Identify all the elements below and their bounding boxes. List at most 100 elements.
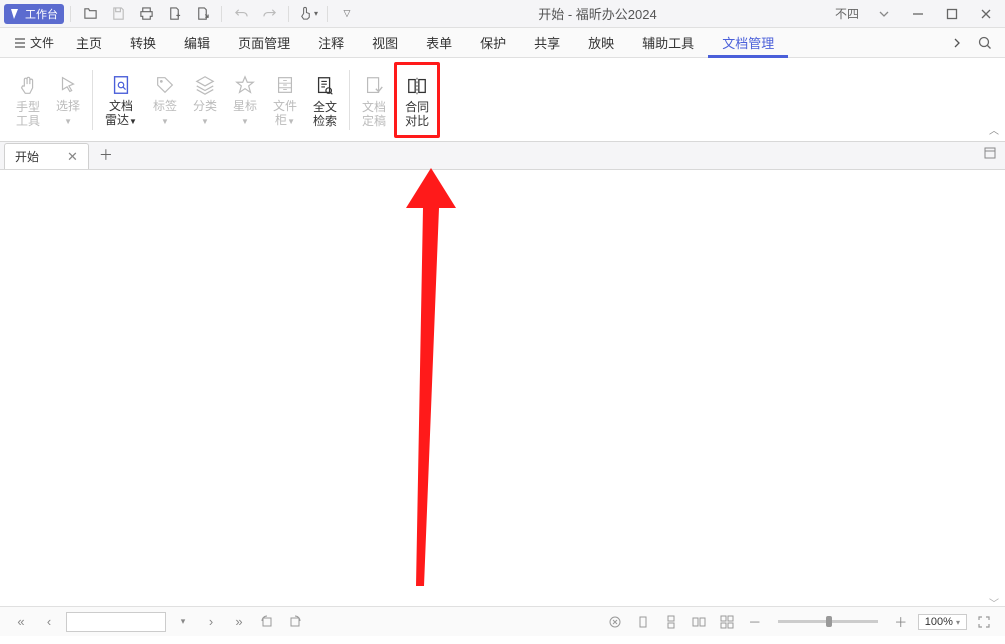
doc-radar-label: 文档 雷达▼ (105, 99, 137, 129)
first-page-icon[interactable]: « (10, 611, 32, 633)
touch-icon[interactable]: ▾ (295, 2, 321, 26)
ribbon-collapse-icon[interactable]: ︿ (989, 122, 999, 137)
menu-share[interactable]: 共享 (520, 28, 574, 57)
doc-arrow-icon[interactable] (189, 2, 215, 26)
undo-icon[interactable] (228, 2, 254, 26)
compare-label: 合同 对比 (405, 100, 429, 128)
finalize-icon (363, 72, 385, 100)
annotation-arrow-icon (404, 168, 458, 588)
tag-label: 标签▼ (153, 99, 177, 129)
continuous-page-icon[interactable] (660, 611, 682, 633)
star-label: 星标▼ (233, 99, 257, 129)
menu-convert[interactable]: 转换 (116, 28, 170, 57)
menu-form[interactable]: 表单 (412, 28, 466, 57)
menu-page[interactable]: 页面管理 (224, 28, 304, 57)
single-page-icon[interactable] (632, 611, 654, 633)
window-title: 开始 - 福昕办公2024 (360, 4, 835, 23)
redo-icon[interactable] (256, 2, 282, 26)
prev-page-icon[interactable]: ‹ (38, 611, 60, 633)
doc-plus-icon[interactable] (161, 2, 187, 26)
cabinet-button[interactable]: 文件 柜▼ (265, 62, 305, 138)
hamburger-icon (14, 37, 26, 49)
tab-options-icon[interactable] (983, 146, 997, 160)
separator (221, 6, 222, 22)
qat-dropdown-icon[interactable]: ▽ (334, 2, 360, 26)
hand-tool-label: 手型 工具 (16, 100, 40, 128)
titlebar-left: 工作台 ▾ ▽ (4, 2, 360, 26)
zoom-in-icon[interactable]: ＋ (890, 611, 912, 633)
save-icon[interactable] (105, 2, 131, 26)
hand-icon (17, 72, 39, 100)
page-dropdown-icon[interactable]: ▾ (172, 611, 194, 633)
document-tabbar: 开始 ✕ ＋ (0, 142, 1005, 170)
select-label: 选择▼ (56, 99, 80, 129)
minimize-button[interactable] (903, 2, 933, 26)
compare-button[interactable]: 合同 对比 (394, 62, 440, 138)
statusbar: « ‹ ▾ › » － ＋ 100% ▾ (0, 606, 1005, 636)
rotate-right-icon[interactable] (284, 611, 306, 633)
classify-button[interactable]: 分类▼ (185, 62, 225, 138)
cabinet-label: 文件 柜▼ (273, 99, 297, 129)
user-dropdown-icon[interactable] (869, 2, 899, 26)
print-icon[interactable] (133, 2, 159, 26)
menu-edit[interactable]: 编辑 (170, 28, 224, 57)
search-icon[interactable] (971, 30, 999, 56)
close-tab-icon[interactable]: ✕ (67, 149, 78, 165)
star-button[interactable]: 星标▼ (225, 62, 265, 138)
file-menu-label: 文件 (30, 34, 54, 51)
menubar: 文件 主页 转换 编辑 页面管理 注释 视图 表单 保护 共享 放映 辅助工具 … (0, 28, 1005, 58)
separator (92, 70, 93, 130)
ribbon: 手型 工具 选择▼ 文档 雷达▼ 标签▼ 分类▼ 星标▼ 文件 柜▼ 全文 检索… (0, 58, 1005, 142)
titlebar-right: 不四 (835, 2, 1001, 26)
menu-annotate[interactable]: 注释 (304, 28, 358, 57)
rotate-left-icon[interactable] (256, 611, 278, 633)
separator (288, 6, 289, 22)
menu-protect[interactable]: 保护 (466, 28, 520, 57)
fullscreen-icon[interactable] (973, 611, 995, 633)
star-icon (234, 71, 256, 99)
titlebar: 工作台 ▾ ▽ 开始 - 福昕办公2024 不四 (0, 0, 1005, 28)
document-tab[interactable]: 开始 ✕ (4, 143, 89, 169)
facing-page-icon[interactable] (688, 611, 710, 633)
file-menu[interactable]: 文件 (6, 30, 62, 55)
cabinet-icon (274, 71, 296, 99)
separator (349, 70, 350, 130)
zoom-out-icon[interactable]: － (744, 611, 766, 633)
page-number-input[interactable] (66, 612, 166, 632)
tag-button[interactable]: 标签▼ (145, 62, 185, 138)
menu-a11y[interactable]: 辅助工具 (628, 28, 708, 57)
add-tab-button[interactable]: ＋ (89, 141, 123, 169)
app-logo-icon (10, 8, 22, 20)
document-tab-label: 开始 (15, 148, 39, 165)
next-page-icon[interactable]: › (200, 611, 222, 633)
radar-icon (110, 71, 132, 99)
close-button[interactable] (971, 2, 1001, 26)
tag-icon (154, 71, 176, 99)
doc-radar-button[interactable]: 文档 雷达▼ (97, 62, 145, 138)
separator (327, 6, 328, 22)
menu-docmanage[interactable]: 文档管理 (708, 28, 788, 58)
document-canvas (0, 170, 1005, 606)
finalize-label: 文档 定稿 (362, 100, 386, 128)
fulltext-button[interactable]: 全文 检索 (305, 62, 345, 138)
open-icon[interactable] (77, 2, 103, 26)
zoom-slider[interactable] (778, 620, 878, 623)
cursor-icon (57, 71, 79, 99)
menu-view[interactable]: 视图 (358, 28, 412, 57)
select-button[interactable]: 选择▼ (48, 62, 88, 138)
facing-continuous-icon[interactable] (716, 611, 738, 633)
menu-overflow-icon[interactable] (943, 30, 971, 56)
app-badge-label: 工作台 (25, 6, 58, 22)
reflow-icon[interactable] (604, 611, 626, 633)
fulltext-icon (314, 72, 336, 100)
menu-present[interactable]: 放映 (574, 28, 628, 57)
menu-home[interactable]: 主页 (62, 28, 116, 57)
maximize-button[interactable] (937, 2, 967, 26)
last-page-icon[interactable]: » (228, 611, 250, 633)
zoom-value[interactable]: 100% ▾ (918, 614, 967, 630)
hand-tool-button[interactable]: 手型 工具 (8, 62, 48, 138)
scroll-down-icon[interactable]: ﹀ (989, 595, 999, 610)
app-badge[interactable]: 工作台 (4, 4, 64, 24)
user-name[interactable]: 不四 (835, 5, 859, 22)
finalize-button[interactable]: 文档 定稿 (354, 62, 394, 138)
